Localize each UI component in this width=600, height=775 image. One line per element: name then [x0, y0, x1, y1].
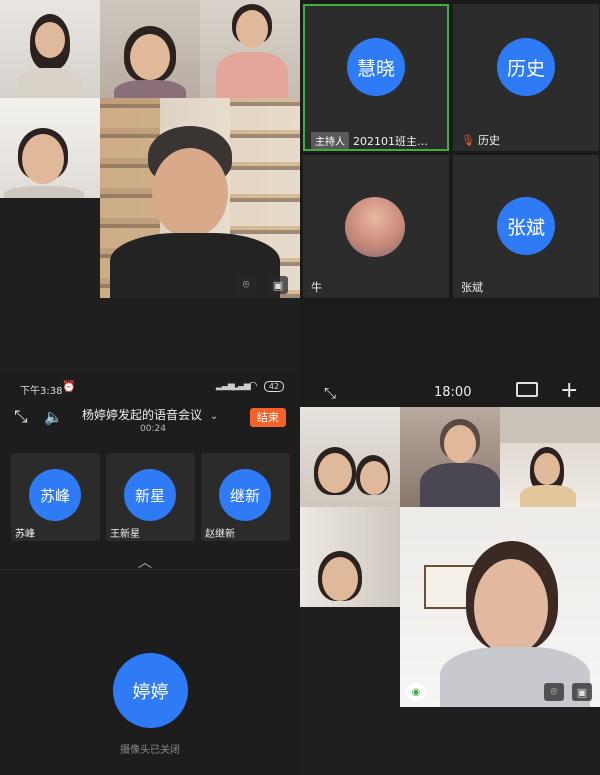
participant-avatar: 新星: [124, 469, 176, 521]
minimize-icon[interactable]: ⤡: [324, 384, 336, 402]
camera-status-text: 摄像头已关闭: [120, 745, 180, 756]
call-duration: 00:24: [140, 424, 166, 434]
mic-muted-icon: 🎙: [461, 134, 475, 147]
user-icon[interactable]: ▣: [268, 276, 288, 294]
video-grid-empty-area: [0, 198, 100, 375]
chevron-down-icon: ⌄: [209, 411, 219, 422]
video-tile[interactable]: [400, 407, 500, 507]
video-tile[interactable]: [0, 98, 100, 198]
participant-tile[interactable]: 牛: [303, 155, 449, 298]
camera-switch-icon[interactable]: ⌾: [236, 276, 256, 294]
video-tile[interactable]: [100, 0, 200, 98]
participant-card[interactable]: 苏峰 苏峰: [11, 453, 100, 541]
video-tile[interactable]: [300, 407, 400, 507]
participant-card[interactable]: 继新 赵继新: [201, 453, 290, 541]
video-tile-active-speaker[interactable]: ⌾ ▣: [100, 98, 300, 298]
participant-avatar: 张斌: [497, 197, 555, 255]
video-grid-empty-area: [100, 298, 300, 375]
video-tile[interactable]: [500, 407, 600, 507]
panel-divider: [0, 569, 300, 570]
participant-name: 牛: [311, 281, 322, 294]
call-time: 18:00: [434, 385, 472, 400]
participant-name: 主持人 202101班主…: [311, 132, 428, 149]
camera-switch-icon[interactable]: ⌾: [544, 683, 564, 701]
participant-tile-host[interactable]: 慧晓 主持人 202101班主…: [303, 4, 449, 151]
add-icon[interactable]: +: [560, 378, 578, 403]
sunset-avatar-image: [345, 197, 405, 257]
video-tile-active-speaker[interactable]: ◉ ⌾ ▣: [400, 507, 600, 707]
audio-active-icon: ◉: [406, 683, 426, 701]
participant-card[interactable]: 新星 王新星: [106, 453, 195, 541]
participant-name: 赵继新: [205, 529, 235, 540]
minimize-icon[interactable]: ⤡: [14, 407, 28, 427]
participant-name: 🎙 历史: [461, 132, 500, 148]
participant-avatar: 苏峰: [29, 469, 81, 521]
status-time: 下午3:38: [20, 386, 63, 397]
video-tile[interactable]: [200, 0, 300, 98]
user-icon[interactable]: ▣: [572, 683, 592, 701]
host-badge: 主持人: [311, 132, 349, 149]
participant-tile[interactable]: 历史 🎙 历史: [453, 4, 599, 151]
participant-avatar: 历史: [497, 38, 555, 96]
wifi-icon: ◠: [248, 379, 258, 392]
video-tile[interactable]: [300, 507, 400, 607]
self-avatar[interactable]: 婷婷: [113, 653, 188, 728]
video-tile[interactable]: [0, 0, 100, 98]
screen-share-icon[interactable]: [516, 382, 538, 397]
meeting-title[interactable]: 杨婷婷发起的语音会议 ⌄: [82, 406, 218, 423]
participant-avatar: 慧晓: [347, 38, 405, 96]
avatar-grid-empty-area: [300, 300, 600, 375]
video-grid-empty-area: [400, 707, 600, 775]
participant-name-text: 202101班主…: [353, 135, 428, 148]
avatar-grid-top-right: 慧晓 主持人 202101班主… 历史 🎙 历史 牛 张斌 张斌: [300, 0, 600, 375]
alarm-icon: ⏰: [62, 380, 76, 393]
end-call-button[interactable]: 结束: [250, 408, 286, 427]
video-grid-empty-area: [300, 607, 400, 775]
meeting-title-text: 杨婷婷发起的语音会议: [82, 408, 203, 422]
video-grid-top-left: ⌾ ▣: [0, 0, 300, 375]
video-call-screen: ⤡ 18:00 + ◉ ⌾ ▣: [300, 375, 600, 775]
participant-name: 苏峰: [15, 529, 35, 540]
battery-badge: 42: [264, 381, 284, 392]
speaker-icon[interactable]: 🔈: [44, 408, 63, 426]
participant-name: 张斌: [461, 281, 483, 294]
participant-tile[interactable]: 张斌 张斌: [453, 155, 599, 298]
participant-name-text: 历史: [477, 134, 500, 147]
participant-avatar: 继新: [219, 469, 271, 521]
voice-meeting-screen: 下午3:38 ⏰ ▂▃▅ ▂▃▅ ◠ 42 ⤡ 🔈 杨婷婷发起的语音会议 ⌄ 0…: [0, 375, 300, 775]
participant-name: 王新星: [110, 529, 140, 540]
